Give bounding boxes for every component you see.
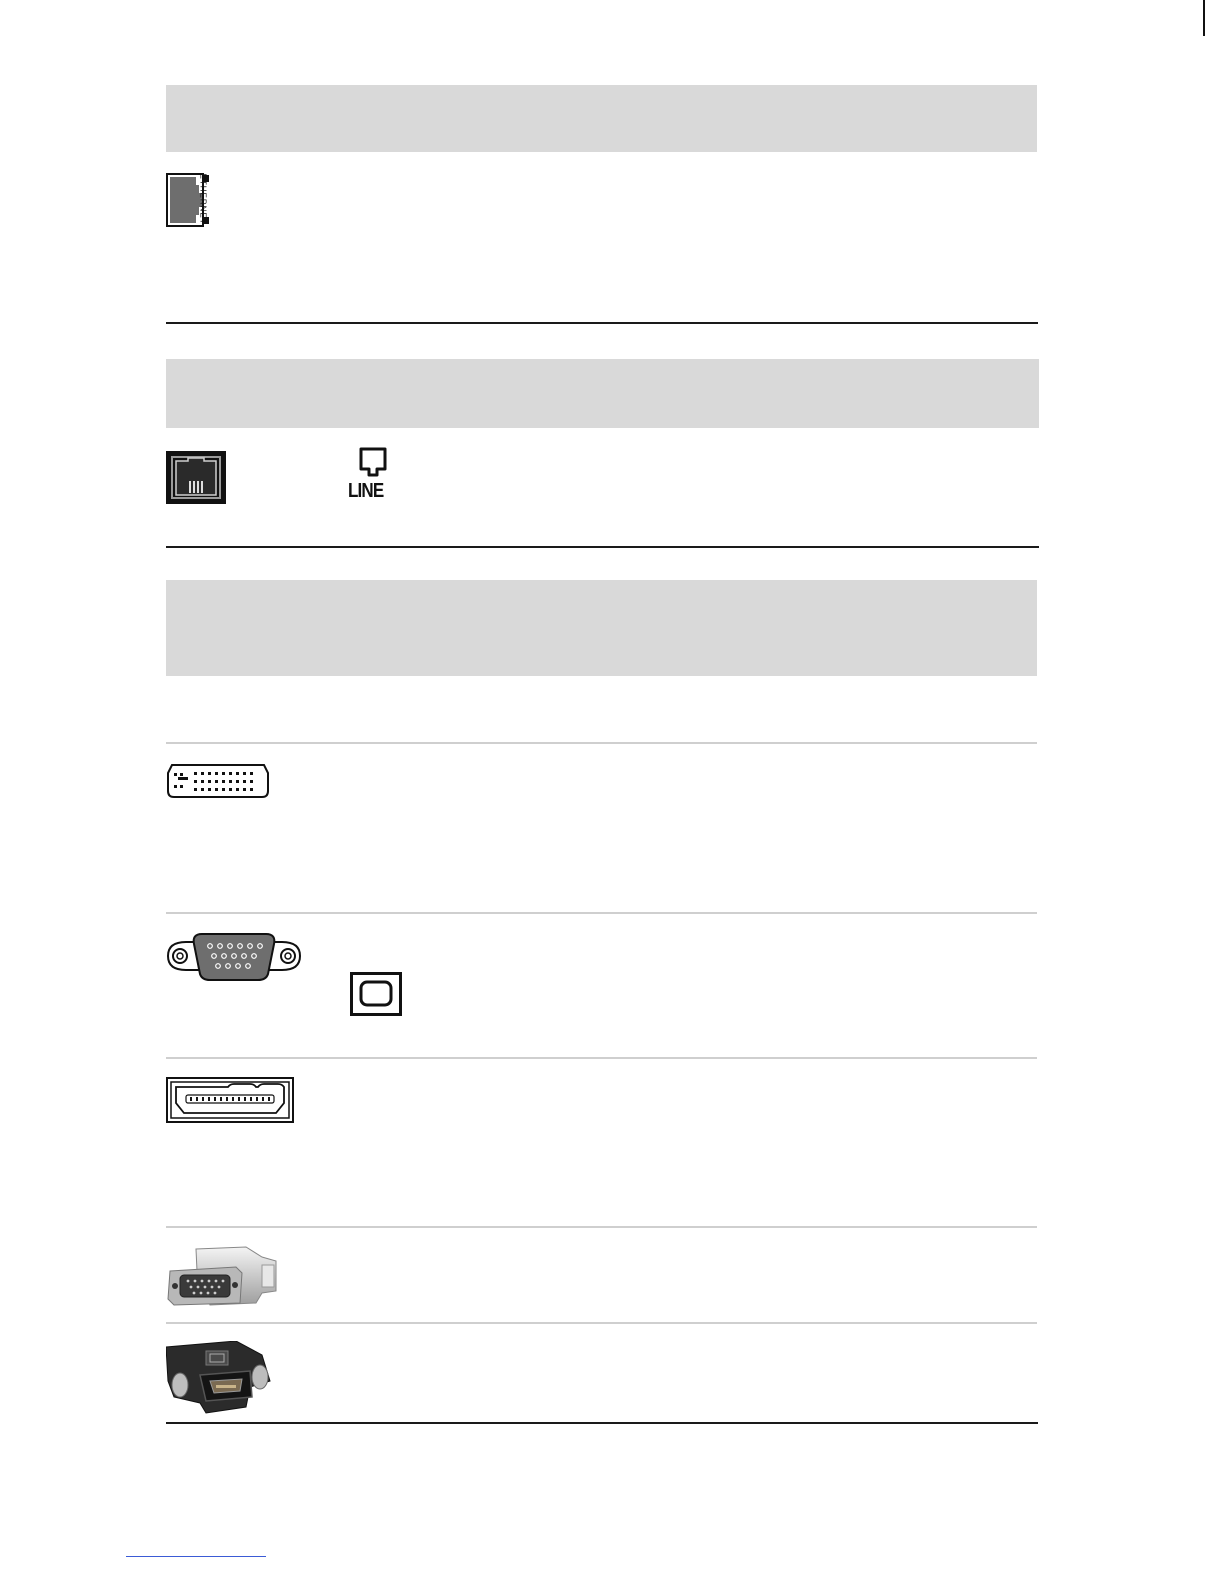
ethernet-port-icon [166, 173, 209, 227]
dvi-vga-adapter-icon [167, 1246, 277, 1306]
section-divider [166, 1422, 1038, 1424]
vga-port-icon [166, 933, 302, 981]
row-divider [166, 1322, 1037, 1324]
row-divider [166, 1226, 1037, 1228]
line-label: LINE [348, 480, 384, 502]
section-header-band-modem [166, 359, 1039, 428]
dvi-hdmi-adapter-icon [166, 1341, 271, 1414]
row-divider [166, 742, 1037, 744]
monitor-icon [350, 972, 402, 1016]
modem-port-icon [166, 451, 226, 504]
phone-line-icon [359, 447, 387, 477]
footer-link-underline[interactable] [126, 1556, 266, 1557]
dvi-port-icon [167, 764, 269, 798]
section-divider [166, 546, 1039, 548]
section-header-band-network [166, 85, 1037, 152]
row-divider [166, 912, 1037, 914]
page-edge-mark [1203, 0, 1205, 36]
ethernet-label: ETHERNET [198, 173, 208, 225]
hdmi-port-icon [166, 1077, 294, 1123]
section-divider [166, 322, 1038, 324]
row-divider [166, 1057, 1037, 1059]
section-header-band-video [166, 580, 1037, 676]
